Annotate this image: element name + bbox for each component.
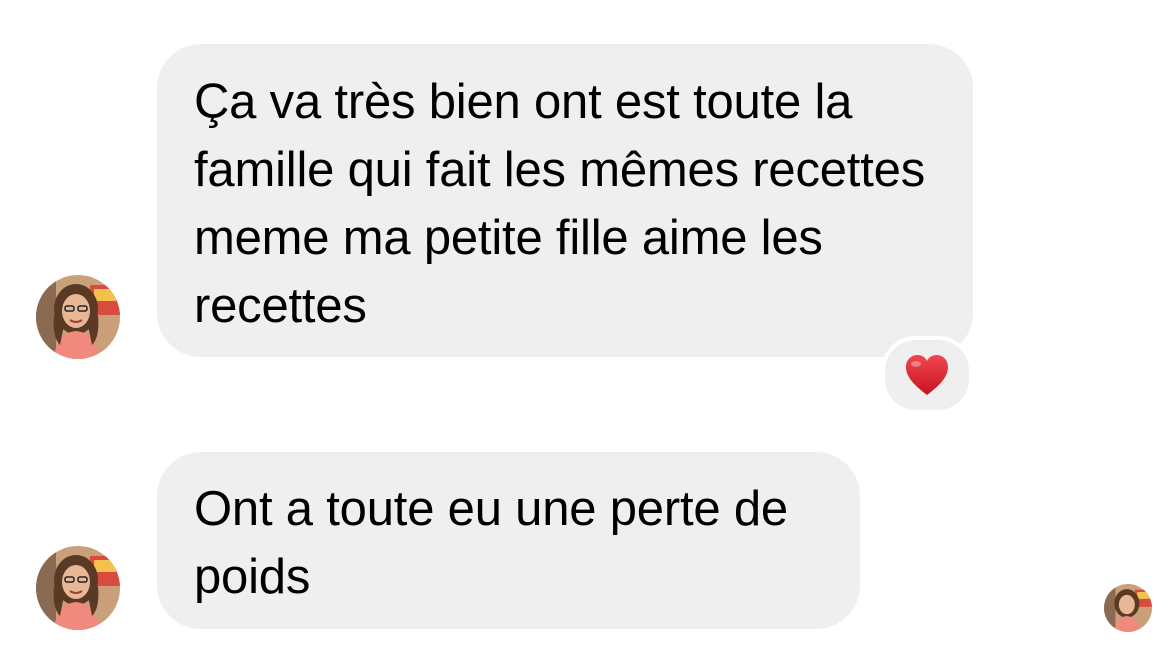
- sender-avatar[interactable]: [36, 546, 120, 630]
- message-reaction[interactable]: [881, 336, 973, 414]
- heart-emoji-icon: [906, 355, 948, 395]
- read-receipt-avatar: [1104, 584, 1152, 632]
- message-bubble[interactable]: Ont a toute eu une perte de poids: [157, 452, 860, 629]
- message-text: Ont a toute eu une perte de poids: [194, 482, 788, 604]
- chat-thread: Ça va très bien ont est toute la famille…: [0, 0, 1170, 671]
- read-receipt-avatar-icon: [1104, 584, 1152, 632]
- message-text: Ça va très bien ont est toute la famille…: [194, 75, 925, 333]
- message-bubble[interactable]: Ça va très bien ont est toute la famille…: [157, 44, 973, 357]
- profile-photo-icon: [36, 275, 120, 359]
- profile-photo-icon: [36, 546, 120, 630]
- sender-avatar[interactable]: [36, 275, 120, 359]
